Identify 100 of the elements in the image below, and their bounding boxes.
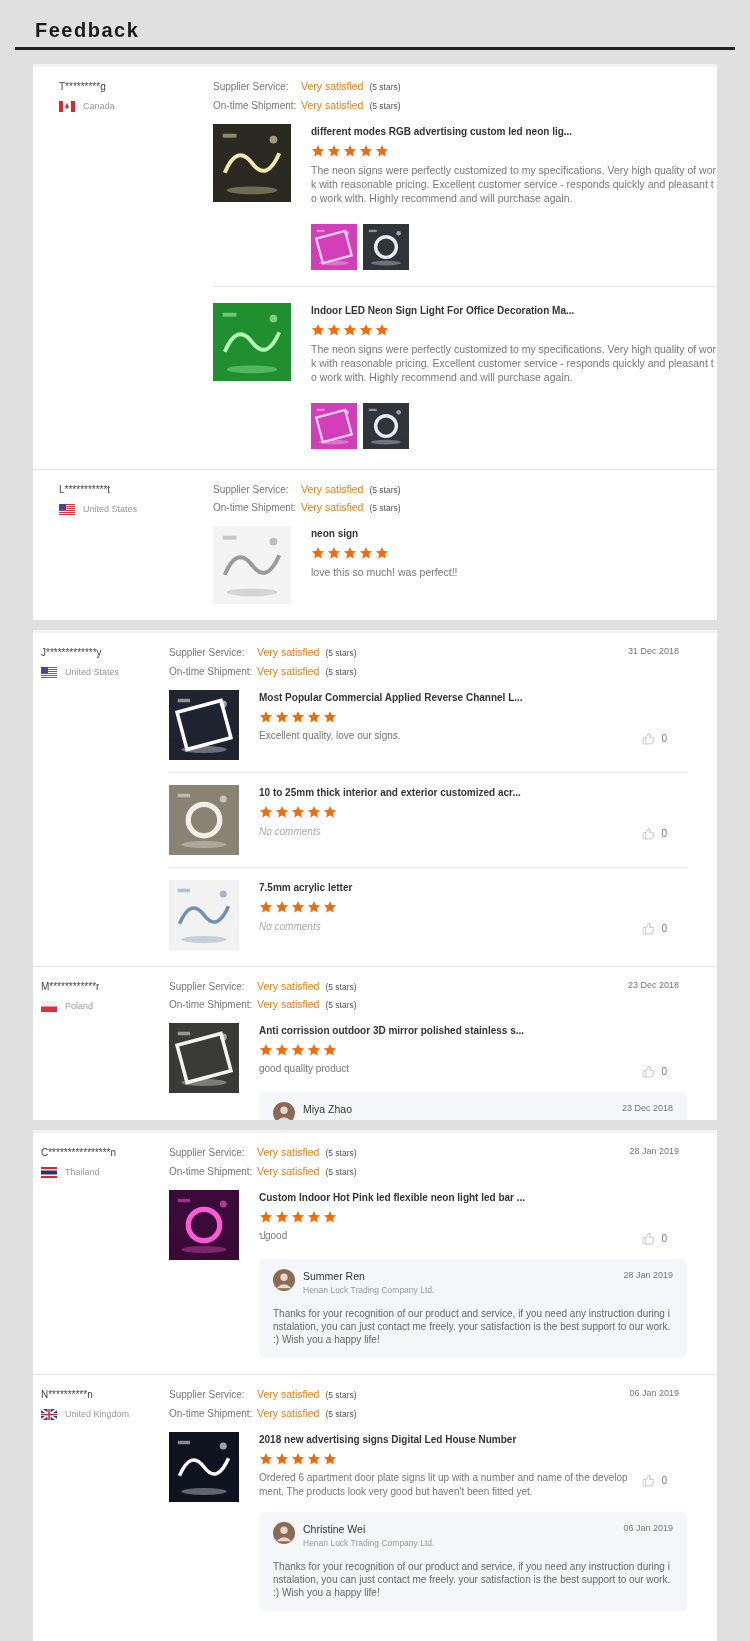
star-icon — [359, 546, 373, 560]
star-icon — [307, 1043, 321, 1057]
star-icon — [307, 899, 321, 914]
flag-icon — [59, 101, 75, 113]
star-icon — [359, 322, 373, 337]
star-icon — [343, 322, 357, 337]
star-icon — [291, 1451, 305, 1466]
star-icon — [275, 899, 289, 914]
reply-text: Thanks for your recognition of our product and service, if you need any instruction during instalation, you can just contact me freely. your satisfaction is the best support to our work. :) Wish you a happy life! — [273, 1307, 672, 1346]
thumbs-up-icon[interactable] — [642, 1473, 656, 1487]
star-icon — [259, 1451, 273, 1466]
rating-stars-note: (5 stars) — [325, 647, 357, 660]
rating-stars-note: (5 stars) — [325, 980, 357, 994]
like-count: 0 — [661, 1065, 667, 1079]
star-icon — [291, 709, 305, 724]
review-date: 31 Dec 2018 — [627, 645, 679, 658]
star-icon — [259, 1209, 273, 1224]
star-icon — [275, 709, 289, 724]
country-name: Thailand — [65, 1166, 100, 1179]
reviewer-name: T*********g — [59, 80, 107, 94]
thumbs-up-icon[interactable] — [642, 731, 656, 745]
rating-value: Very satisfied — [301, 500, 364, 516]
star-icon — [375, 143, 389, 158]
rating-label: Supplier Service: — [169, 1146, 246, 1160]
rating-label: On-time Shipment: — [169, 1406, 254, 1421]
star-icon — [311, 546, 325, 560]
rating-stars-note: (5 stars) — [369, 81, 401, 94]
rating-label: Supplier Service: — [169, 1388, 246, 1402]
flag-icon — [59, 503, 75, 515]
thumbs-up-icon[interactable] — [642, 1231, 656, 1245]
reply-date: 23 Dec 2018 — [621, 1102, 673, 1115]
reply-text: Thanks for your recognition of our product and service, if you need any instruction during instalation, you can just contact me freely. your satisfaction is the best support to our work. :) Wish you a happy life! — [273, 1560, 672, 1599]
star-icon — [375, 546, 389, 560]
rating-stars-note: (5 stars) — [325, 999, 357, 1012]
like-count: 0 — [661, 1473, 667, 1488]
rating-stars-note: (5 stars) — [325, 1165, 357, 1179]
thumbs-up-icon[interactable] — [642, 1065, 656, 1078]
avatar-icon — [273, 1268, 295, 1291]
star-icon — [323, 1451, 337, 1466]
star-icon — [259, 804, 273, 819]
star-icon — [291, 1043, 305, 1057]
star-icon — [275, 1209, 289, 1224]
star-icon — [311, 322, 325, 337]
rating-label: On-time Shipment: — [213, 501, 298, 516]
reviewer-name: M************r — [41, 979, 101, 994]
star-icon — [323, 709, 337, 724]
star-icon — [375, 322, 389, 337]
rating-value: Very satisfied — [257, 663, 320, 679]
rating-value: Very satisfied — [257, 1387, 320, 1402]
rating-stars-note: (5 stars) — [325, 1389, 357, 1402]
country-name: Canada — [83, 100, 115, 113]
star-icon — [327, 143, 341, 158]
review-date: 06 Jan 2019 — [629, 1387, 679, 1400]
product-title[interactable]: 7.5mm acrylic letter — [259, 879, 687, 895]
rating-value: Very satisfied — [301, 481, 364, 497]
company-name: Henan Luck Trading Company Ltd. — [303, 1284, 436, 1297]
product-title[interactable]: neon sign — [311, 526, 717, 541]
star-icon — [323, 1209, 337, 1224]
rating-label: On-time Shipment: — [169, 998, 254, 1013]
review-date: 28 Jan 2019 — [629, 1145, 679, 1158]
rating-stars-note: (5 stars) — [369, 502, 401, 515]
product-title[interactable]: 10 to 25mm thick interior and exterior customized acr... — [259, 784, 687, 800]
star-icon — [259, 709, 273, 724]
like-count: 0 — [661, 731, 667, 746]
like-count: 0 — [661, 921, 667, 936]
star-icon — [307, 1209, 321, 1224]
star-icon — [275, 1451, 289, 1466]
company-name: Henan Luck Trading Company Ltd. — [303, 1537, 436, 1550]
reviewer-name: N**********n — [41, 1388, 94, 1402]
product-title[interactable]: Custom Indoor Hot Pink led flexible neon light led bar ... — [259, 1189, 687, 1205]
rating-label: Supplier Service: — [169, 979, 246, 994]
star-icon — [291, 899, 305, 914]
no-comment-text: No comments — [259, 919, 322, 934]
star-icon — [343, 143, 357, 158]
country-name: United States — [83, 502, 138, 516]
product-title[interactable]: 2018 new advertising signs Digital Led House Number — [259, 1431, 687, 1447]
reply-date: 06 Jan 2019 — [623, 1521, 673, 1535]
star-icon — [307, 804, 321, 819]
thumbs-up-icon[interactable] — [642, 921, 656, 935]
product-title[interactable]: Most Popular Commercial Applied Reverse Channel L... — [259, 689, 687, 705]
flag-icon — [41, 1409, 57, 1421]
product-title[interactable]: Anti corrission outdoor 3D mirror polished stainless s... — [259, 1023, 687, 1038]
rating-label: Supplier Service: — [169, 646, 246, 660]
rating-value: Very satisfied — [257, 1145, 320, 1160]
star-icon — [311, 143, 325, 158]
replier-name: Christine Wei — [303, 1521, 367, 1537]
star-icon — [343, 546, 357, 560]
product-title[interactable]: different modes RGB advertising custom led neon lig... — [311, 123, 717, 139]
thumbs-up-icon[interactable] — [642, 826, 656, 840]
avatar-icon — [273, 1102, 295, 1120]
rating-label: Supplier Service: — [213, 80, 290, 94]
replier-name: Miya Zhao — [303, 1102, 354, 1117]
replier-name: Summer Ren — [303, 1268, 366, 1284]
rating-label: On-time Shipment: — [169, 664, 254, 679]
product-title[interactable]: Indoor LED Neon Sign Light For Office Decoration Ma... — [311, 302, 717, 318]
reply-date: 28 Jan 2019 — [623, 1268, 673, 1282]
rating-stars-note: (5 stars) — [369, 99, 401, 113]
rating-stars-note: (5 stars) — [325, 1147, 357, 1160]
star-icon — [323, 804, 337, 819]
rating-stars-note: (5 stars) — [369, 483, 401, 497]
